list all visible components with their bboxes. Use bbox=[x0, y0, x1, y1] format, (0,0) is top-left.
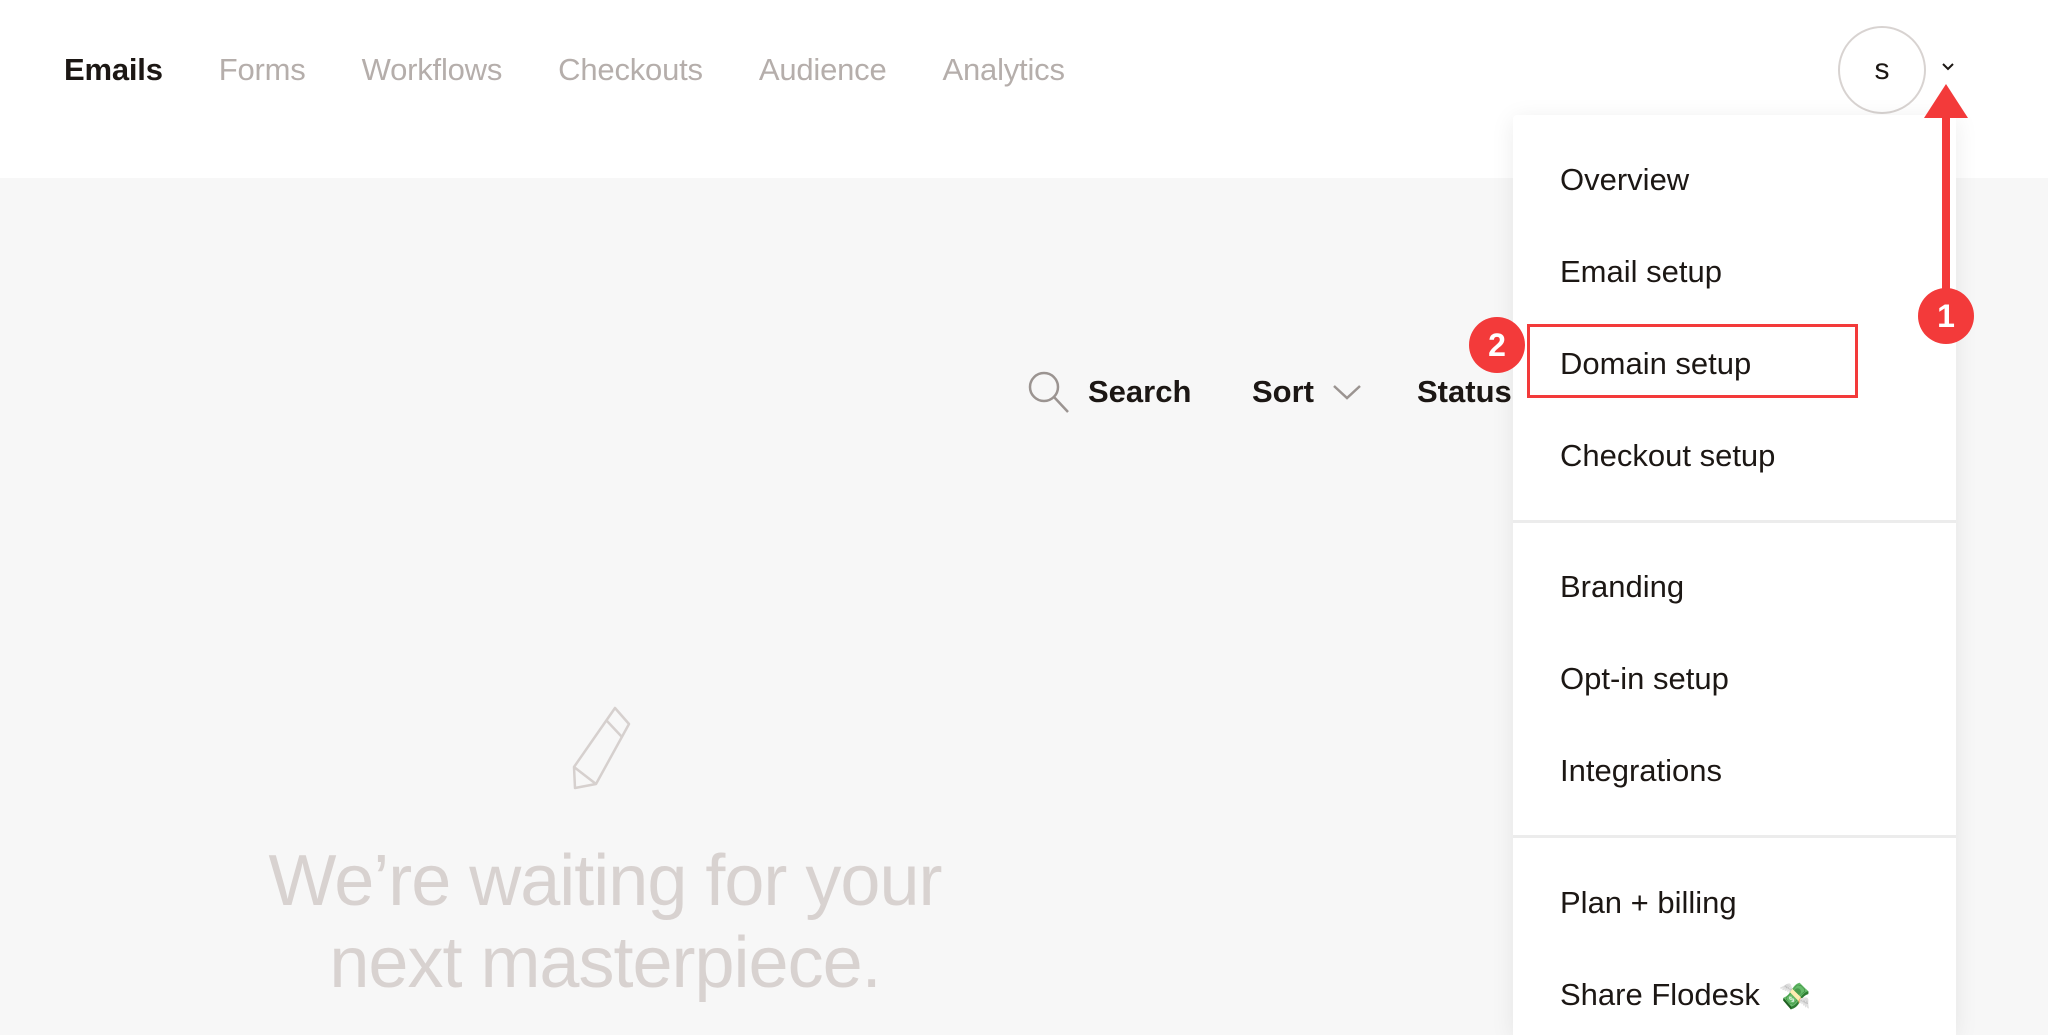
chevron-down-icon bbox=[1333, 385, 1361, 400]
menu-divider bbox=[1513, 835, 1956, 838]
annotation-badge-1: 1 bbox=[1918, 288, 1974, 344]
headline-line-2: next masterpiece. bbox=[329, 923, 881, 1003]
pencil-icon bbox=[572, 706, 631, 790]
nav-tab-analytics[interactable]: Analytics bbox=[943, 48, 1065, 92]
annotation-arrow-up-icon bbox=[1924, 84, 1968, 296]
menu-item-plan-billing[interactable]: Plan + billing bbox=[1560, 881, 1737, 925]
menu-item-overview[interactable]: Overview bbox=[1560, 158, 1689, 202]
sort-dropdown[interactable]: Sort bbox=[1252, 366, 1364, 418]
search-label: Search bbox=[1088, 374, 1192, 409]
account-avatar[interactable]: s bbox=[1838, 26, 1926, 114]
menu-item-email-setup[interactable]: Email setup bbox=[1560, 250, 1722, 294]
empty-state-headline: We’re waiting for your next masterpiece. bbox=[200, 840, 1010, 1004]
menu-item-share-flodesk[interactable]: Share Flodesk 💸 bbox=[1560, 973, 1811, 1018]
share-flodesk-label: Share Flodesk bbox=[1560, 977, 1760, 1012]
search-button[interactable]: Search bbox=[1026, 366, 1191, 418]
headline-line-1: We’re waiting for your bbox=[268, 841, 943, 921]
chevron-down-icon[interactable] bbox=[1938, 60, 1958, 74]
search-icon bbox=[1028, 371, 1069, 413]
status-label: Status bbox=[1417, 374, 1512, 409]
menu-item-checkout-setup[interactable]: Checkout setup bbox=[1560, 434, 1775, 478]
menu-divider bbox=[1513, 520, 1956, 523]
sort-label: Sort bbox=[1252, 374, 1314, 409]
menu-item-branding[interactable]: Branding bbox=[1560, 565, 1684, 609]
avatar-initial: s bbox=[1874, 53, 1890, 86]
main-nav: Emails Forms Workflows Checkouts Audienc… bbox=[64, 48, 1065, 92]
annotation-highlight-domain-setup bbox=[1527, 324, 1858, 398]
nav-tab-workflows[interactable]: Workflows bbox=[362, 48, 503, 92]
nav-tab-forms[interactable]: Forms bbox=[219, 48, 306, 92]
annotation-badge-2: 2 bbox=[1469, 317, 1525, 373]
status-dropdown[interactable]: Status bbox=[1417, 366, 1512, 418]
nav-tab-audience[interactable]: Audience bbox=[759, 48, 887, 92]
menu-item-opt-in-setup[interactable]: Opt-in setup bbox=[1560, 657, 1729, 701]
menu-item-integrations[interactable]: Integrations bbox=[1560, 749, 1722, 793]
account-menu: Overview Email setup Domain setup Checko… bbox=[1513, 115, 1956, 1035]
nav-tab-checkouts[interactable]: Checkouts bbox=[558, 48, 703, 92]
nav-tab-emails[interactable]: Emails bbox=[64, 48, 163, 92]
money-emoji-icon: 💸 bbox=[1778, 981, 1811, 1011]
